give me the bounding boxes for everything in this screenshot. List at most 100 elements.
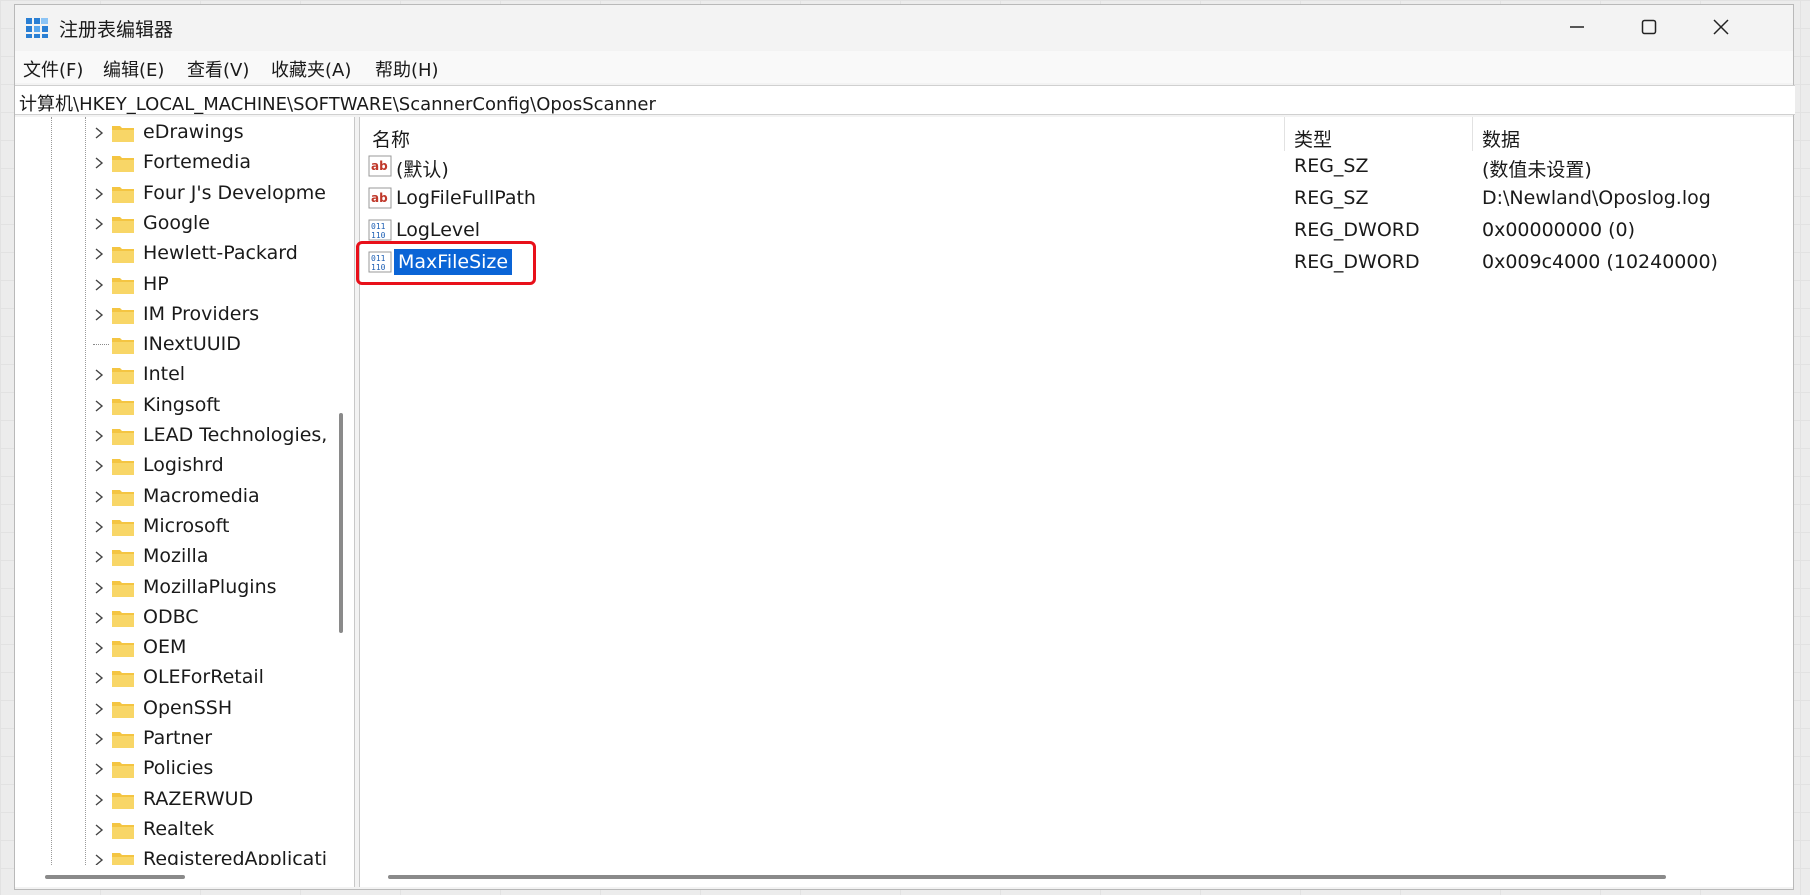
value-name[interactable]: LogFileFullPath (396, 187, 536, 209)
folder-icon (112, 762, 134, 779)
tree-item[interactable]: Realtek (93, 816, 353, 844)
chevron-right-icon[interactable] (93, 641, 105, 655)
folder-icon (112, 216, 134, 233)
folder-icon (112, 519, 134, 536)
tree-item[interactable]: ODBC (93, 604, 353, 632)
value-type: REG_SZ (1294, 155, 1369, 177)
chevron-right-icon[interactable] (93, 399, 105, 413)
list-horizontal-scroll-thumb[interactable] (388, 875, 1666, 879)
tree-item[interactable]: Logishrd (93, 452, 353, 480)
close-icon (1713, 19, 1729, 35)
tree-horizontal-scrollbar[interactable] (15, 865, 333, 887)
folder-icon (112, 732, 134, 748)
column-separator[interactable] (1472, 117, 1473, 151)
chevron-right-icon[interactable] (93, 702, 105, 716)
chevron-right-icon[interactable] (93, 278, 105, 292)
values-list-pane[interactable]: 名称 类型 数据 ab (默认) REG_SZ (数值未设置) ab LogFileFul… (356, 117, 1793, 887)
tree-item-label: Macromedia (143, 484, 260, 507)
tree-item[interactable]: HP (93, 271, 353, 299)
chevron-right-icon[interactable] (93, 459, 105, 473)
menu-file[interactable]: 文件(F) (23, 56, 83, 82)
tree-item[interactable]: Microsoft (93, 513, 353, 541)
highlight-annotation-box (356, 241, 536, 285)
value-data: (数值未设置) (1482, 159, 1592, 181)
tree-item[interactable]: OpenSSH (93, 695, 353, 723)
tree-item[interactable]: Policies (93, 755, 353, 783)
menu-favorites[interactable]: 收藏夹(A) (271, 56, 351, 82)
chevron-right-icon[interactable] (93, 187, 105, 201)
registry-editor-window: 注册表编辑器 文件(F) 编辑(E) 查看(V) 收藏夹(A) 帮助(H) 计算… (14, 4, 1795, 890)
tree-horizontal-scroll-thumb[interactable] (45, 875, 185, 879)
chevron-right-icon[interactable] (93, 156, 105, 170)
binary-value-icon: 011110 (368, 219, 392, 241)
chevron-right-icon[interactable] (93, 247, 105, 261)
chevron-right-icon[interactable] (93, 793, 105, 807)
tree-item[interactable]: LEAD Technologies, (93, 422, 353, 450)
tree-item[interactable]: Intel (93, 361, 353, 389)
menu-view[interactable]: 查看(V) (187, 56, 249, 82)
tree-item[interactable]: Kingsoft (93, 392, 353, 420)
chevron-right-icon[interactable] (93, 126, 105, 140)
chevron-right-icon[interactable] (93, 308, 105, 322)
key-tree-pane[interactable]: eDrawings Fortemedia Four J's Developme Goo… (15, 117, 355, 887)
close-button[interactable] (1685, 5, 1757, 49)
svg-text:011: 011 (371, 222, 386, 231)
tree-item[interactable]: INextUUID (93, 331, 353, 359)
value-row[interactable]: 011 110 MaxFileSize REG_DWORD 0x009c4000 (10… (356, 241, 1790, 285)
column-header-data[interactable]: 数据 (1482, 125, 1520, 152)
list-horizontal-scrollbar[interactable] (360, 865, 1790, 887)
tree-item-label: Hewlett-Packard (143, 242, 298, 265)
chevron-right-icon[interactable] (93, 429, 105, 443)
tree-item[interactable]: eDrawings (93, 119, 353, 147)
menu-help[interactable]: 帮助(H) (375, 56, 439, 82)
tree-item[interactable]: IM Providers (93, 301, 353, 329)
folder-icon (112, 338, 134, 355)
minimize-button[interactable] (1541, 5, 1613, 49)
menu-edit[interactable]: 编辑(E) (103, 56, 164, 82)
value-row[interactable]: ab (默认) REG_SZ (数值未设置) (360, 151, 1790, 181)
column-header-name[interactable]: 名称 (372, 125, 410, 152)
column-separator[interactable] (1284, 117, 1285, 151)
tree-item-label: Logishrd (143, 454, 224, 477)
folder-icon (112, 368, 134, 385)
chevron-right-icon[interactable] (93, 823, 105, 837)
chevron-right-icon[interactable] (93, 217, 105, 231)
chevron-right-icon[interactable] (93, 611, 105, 625)
tree-item[interactable]: Google (93, 210, 353, 238)
address-path[interactable]: 计算机\HKEY_LOCAL_MACHINE\SOFTWARE\ScannerC… (19, 90, 656, 116)
registry-editor-icon (26, 18, 48, 38)
chevron-right-icon[interactable] (93, 368, 105, 382)
column-header-type[interactable]: 类型 (1294, 125, 1332, 152)
tree-item[interactable]: Hewlett-Packard (93, 240, 353, 268)
tree-item[interactable]: Mozilla (93, 543, 353, 571)
maximize-icon (1641, 19, 1657, 35)
tree-item-label: IM Providers (143, 302, 260, 325)
chevron-right-icon[interactable] (93, 581, 105, 595)
string-value-icon: ab (368, 155, 392, 177)
tree-item-label: Intel (143, 363, 186, 386)
address-bar[interactable]: 计算机\HKEY_LOCAL_MACHINE\SOFTWARE\ScannerC… (15, 85, 1795, 115)
value-name[interactable]: LogLevel (396, 219, 480, 241)
tree-vertical-scrollbar[interactable] (333, 117, 349, 887)
value-type: REG_SZ (1294, 187, 1369, 209)
maximize-button[interactable] (1613, 5, 1685, 49)
chevron-right-icon[interactable] (93, 520, 105, 534)
tree-item[interactable]: OEM (93, 634, 353, 662)
tree-vertical-scroll-thumb[interactable] (339, 413, 343, 633)
value-row[interactable]: ab LogFileFullPath REG_SZ D:\Newland\Oposlo… (360, 183, 1790, 213)
tree-item[interactable]: RAZERWUD (93, 786, 353, 814)
tree-item[interactable]: Partner (93, 725, 353, 753)
chevron-right-icon[interactable] (93, 762, 105, 776)
chevron-right-icon[interactable] (93, 550, 105, 564)
tree-item[interactable]: MozillaPlugins (93, 574, 353, 602)
minimize-icon (1570, 26, 1584, 28)
value-name[interactable]: (默认) (396, 155, 449, 182)
tree-item[interactable]: Four J's Developme (93, 180, 353, 208)
tree-item[interactable]: OLEForRetail (93, 664, 353, 692)
tree-item[interactable]: Fortemedia (93, 149, 353, 177)
chevron-right-icon[interactable] (93, 732, 105, 746)
tree-item[interactable]: Macromedia (93, 483, 353, 511)
chevron-right-icon[interactable] (93, 671, 105, 685)
value-row[interactable]: 011 110 LogLevel REG_DWORD 0x00000000 (0) (360, 215, 1790, 245)
chevron-right-icon[interactable] (93, 490, 105, 504)
